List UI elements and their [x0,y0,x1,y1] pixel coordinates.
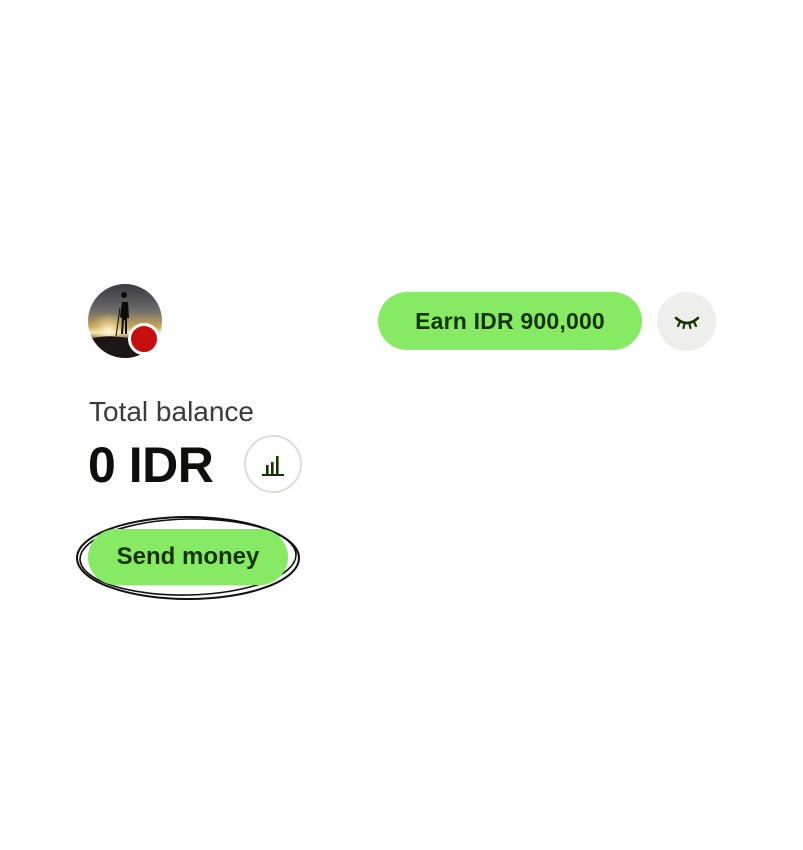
eye-closed-icon [674,316,699,329]
total-balance-amount: 0 IDR [88,437,214,493]
earn-referral-label: Earn IDR 900,000 [415,307,605,334]
send-money-label: Send money [116,543,260,570]
insights-button[interactable] [244,435,302,493]
earn-referral-button[interactable]: Earn IDR 900,000 [378,292,642,350]
send-money-highlight: Send money [74,512,302,604]
total-balance-label: Total balance [89,396,255,427]
avatar[interactable] [88,284,162,358]
hide-balance-button[interactable] [657,292,716,351]
bar-chart-icon [262,456,284,476]
notification-badge [128,323,160,355]
send-money-button[interactable]: Send money [88,529,288,585]
